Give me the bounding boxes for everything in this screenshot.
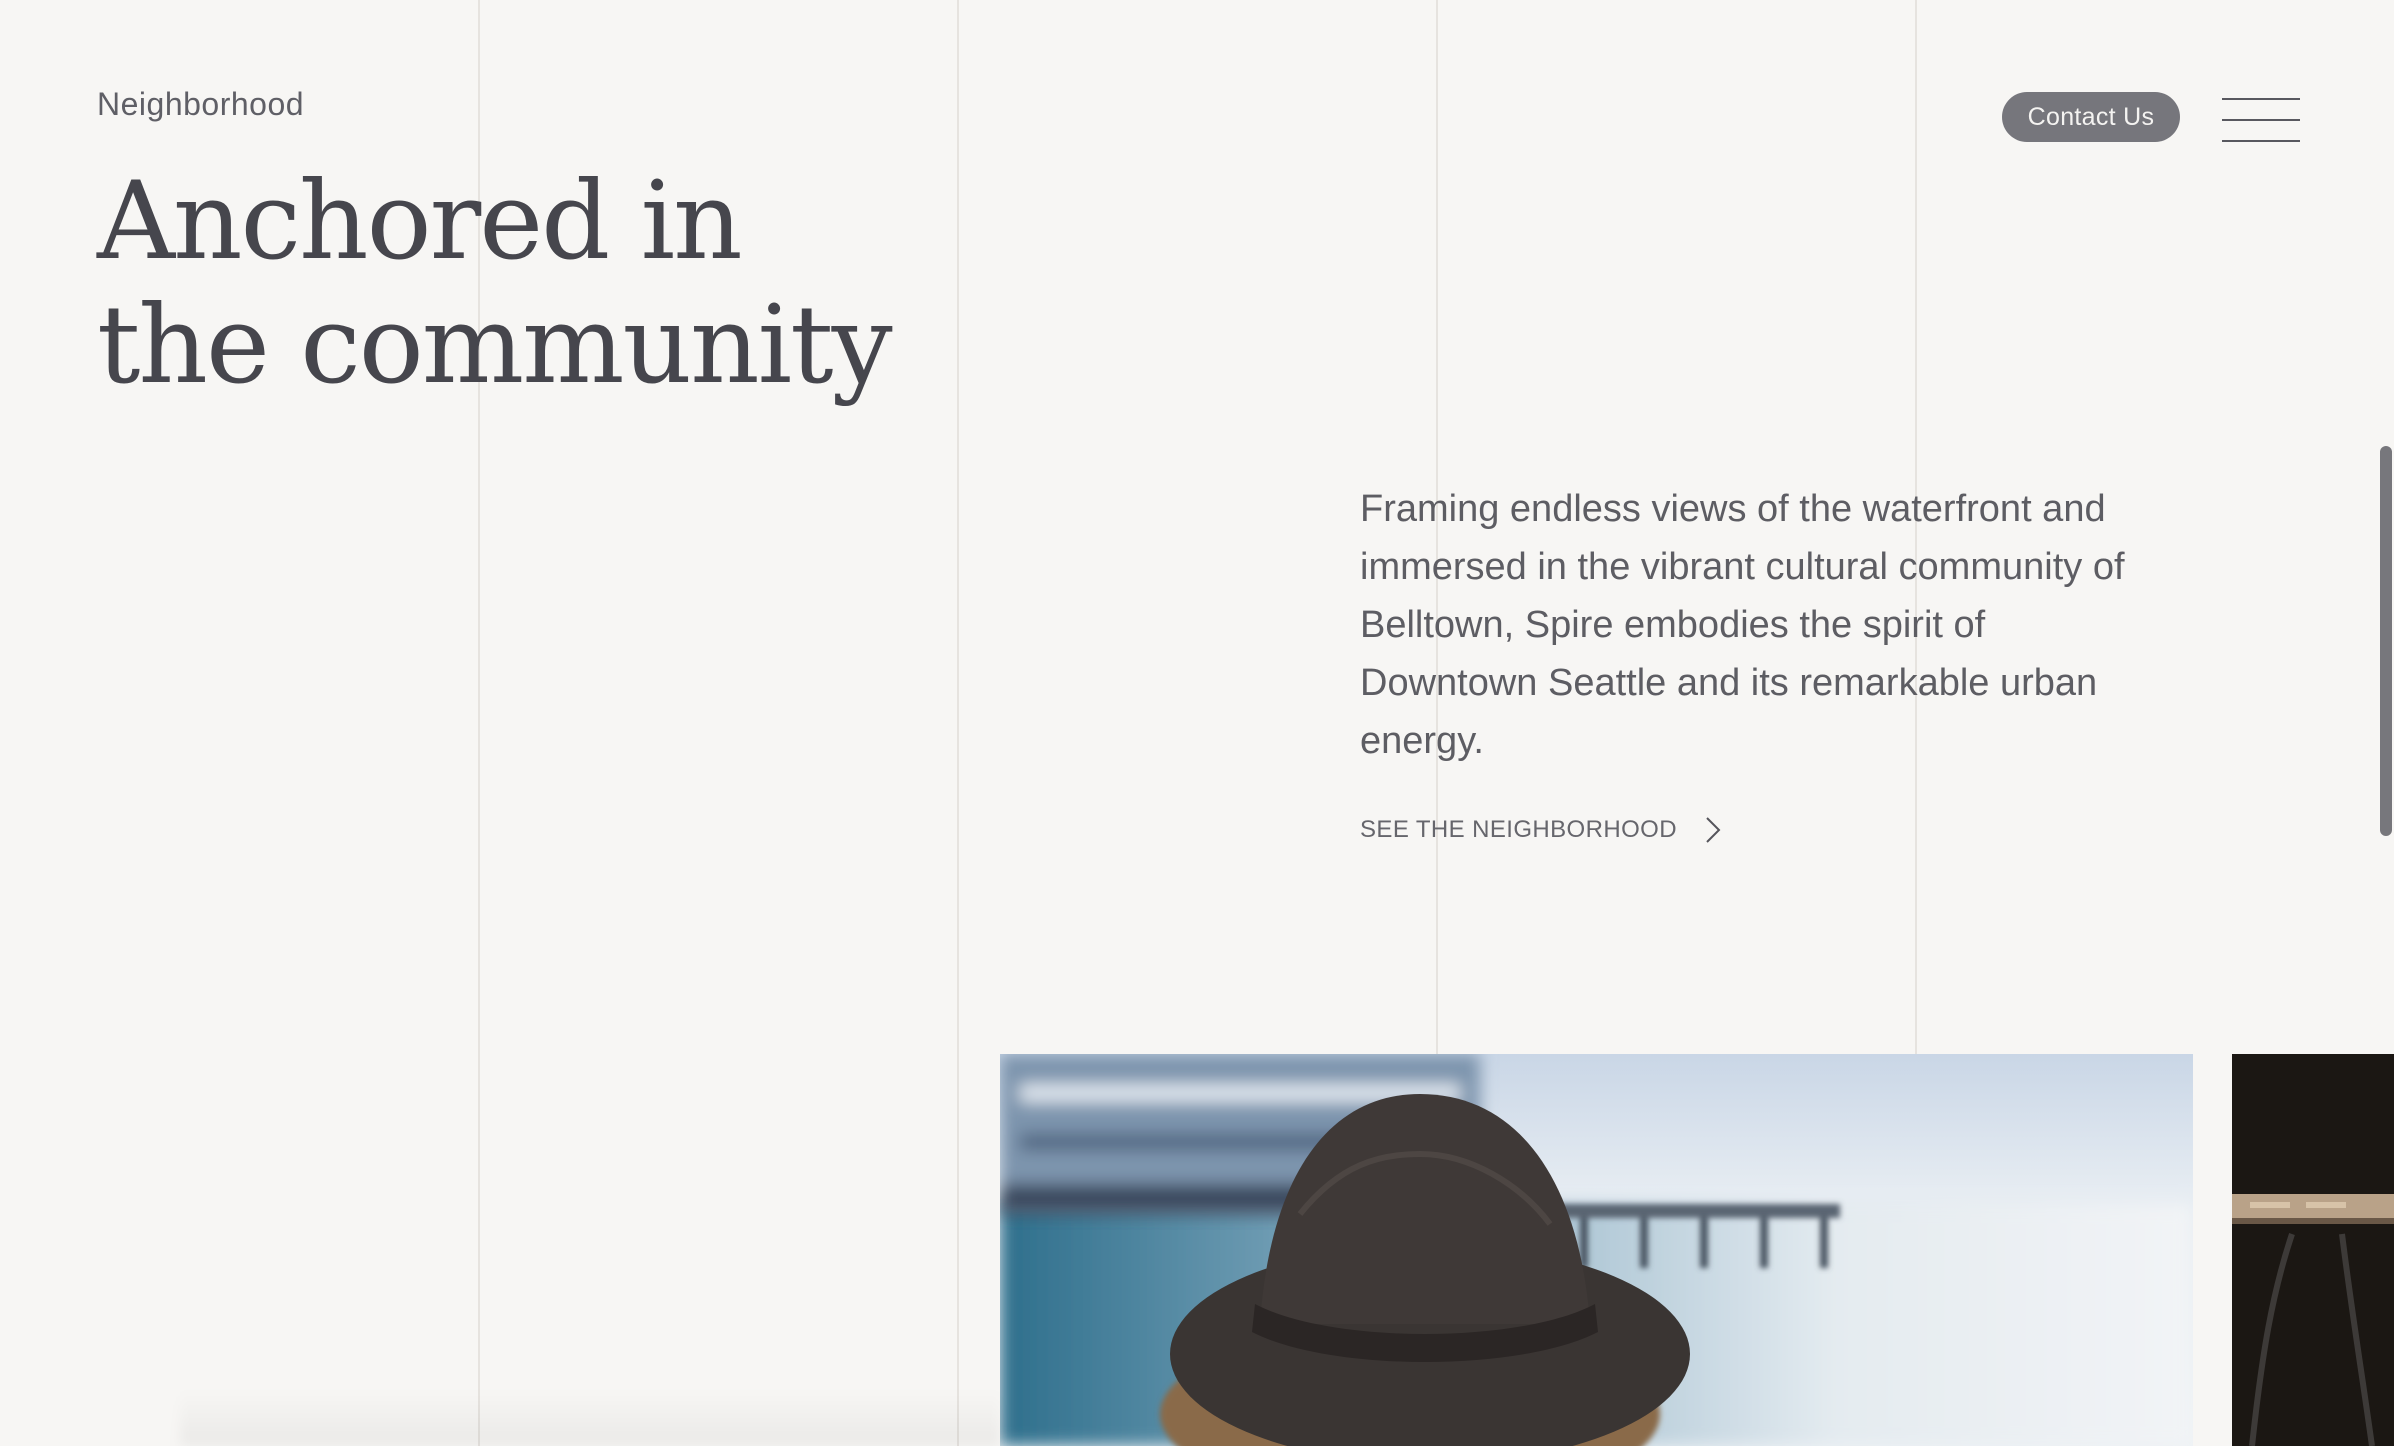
intro-paragraph: Framing endless views of the waterfront …	[1360, 488, 2125, 762]
person-in-hat-at-waterfront-photo	[1000, 1054, 2193, 1446]
page-title: Anchored in the community	[97, 159, 893, 408]
menu-line	[2222, 119, 2300, 121]
outdoor-dining-photo	[2232, 1054, 2394, 1446]
contact-us-button[interactable]: Contact Us	[2002, 92, 2180, 142]
section-shadow	[180, 1390, 1000, 1446]
page-title-line: the community	[97, 283, 893, 408]
section-label: Neighborhood	[97, 86, 305, 122]
chevron-right-icon	[1706, 817, 1721, 843]
menu-line	[2222, 140, 2300, 142]
see-neighborhood-label: SEE THE NEIGHBORHOOD	[1360, 816, 1677, 843]
page-title-line: Anchored in	[97, 159, 743, 284]
scrollbar-thumb[interactable]	[2380, 446, 2392, 836]
menu-line	[2222, 98, 2300, 100]
see-neighborhood-link[interactable]: SEE THE NEIGHBORHOOD	[1360, 816, 1721, 844]
hamburger-menu-icon[interactable]	[2222, 96, 2300, 146]
grid-line	[957, 0, 959, 1446]
